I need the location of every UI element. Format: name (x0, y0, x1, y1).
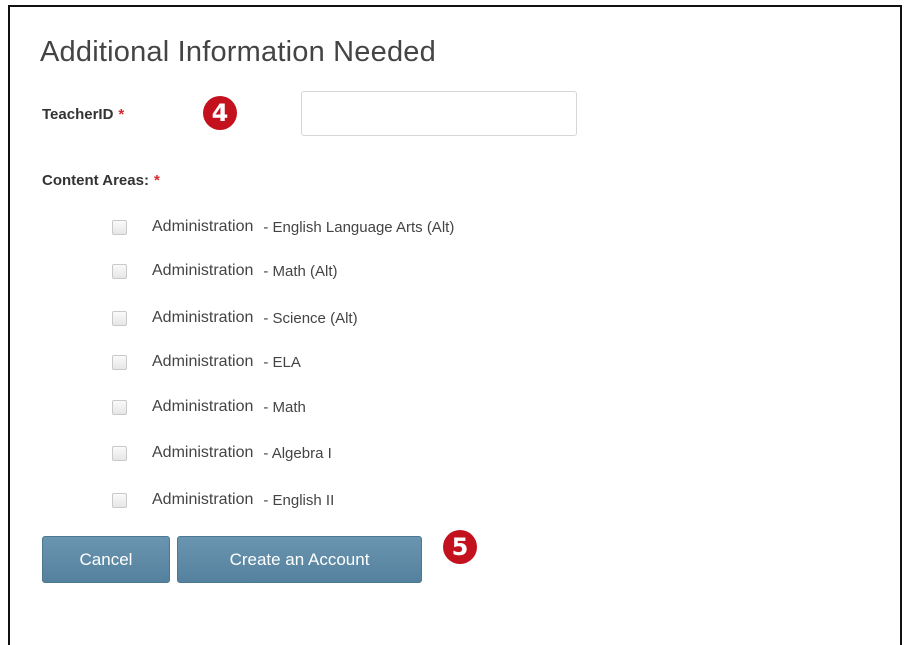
content-area-option[interactable]: Administration - Math (Alt) (112, 256, 338, 286)
content-area-option[interactable]: Administration - Math (112, 392, 306, 422)
option-admin-label: Administration (152, 491, 254, 508)
option-admin-label: Administration (152, 218, 254, 235)
content-area-option[interactable]: Administration - English II (112, 485, 334, 515)
content-area-checkbox[interactable] (112, 492, 127, 508)
content-area-checkbox[interactable] (112, 399, 127, 415)
content-area-option[interactable]: Administration - ELA (112, 347, 301, 377)
required-asterisk: * (118, 106, 125, 123)
step-5-callout: 5 (443, 530, 477, 564)
required-asterisk: * (153, 172, 160, 189)
content-areas-label-text: Content Areas: (42, 172, 149, 189)
option-admin-label: Administration (152, 309, 254, 326)
option-admin-label: Administration (152, 444, 254, 461)
content-area-option[interactable]: Administration - English Language Arts (… (112, 212, 454, 242)
content-area-option[interactable]: Administration - Science (Alt) (112, 303, 358, 333)
content-area-checkbox[interactable] (112, 219, 127, 235)
option-area-label: - ELA (263, 353, 301, 371)
step-4-callout: 4 (203, 96, 237, 130)
teacher-id-input[interactable] (301, 91, 577, 136)
content-areas-label: Content Areas: * (42, 172, 160, 189)
option-area-label: - English Language Arts (Alt) (263, 218, 455, 236)
option-admin-label: Administration (152, 353, 254, 370)
option-area-label: - Math (Alt) (263, 262, 338, 280)
content-area-checkbox[interactable] (112, 263, 127, 279)
option-area-label: - Math (263, 398, 306, 416)
teacher-id-label-text: TeacherID (42, 106, 114, 123)
content-area-checkbox[interactable] (112, 445, 127, 461)
content-area-option[interactable]: Administration - Algebra I (112, 438, 332, 468)
option-admin-label: Administration (152, 262, 254, 279)
option-area-label: - Algebra I (263, 444, 332, 462)
option-admin-label: Administration (152, 398, 254, 415)
content-area-checkbox[interactable] (112, 310, 127, 326)
content-area-checkbox[interactable] (112, 354, 127, 370)
teacher-id-label: TeacherID * (42, 106, 124, 123)
option-area-label: - English II (263, 491, 335, 509)
cancel-button[interactable]: Cancel (42, 536, 170, 583)
create-account-button[interactable]: Create an Account (177, 536, 422, 583)
page-title: Additional Information Needed (40, 36, 436, 68)
option-area-label: - Science (Alt) (263, 309, 358, 327)
